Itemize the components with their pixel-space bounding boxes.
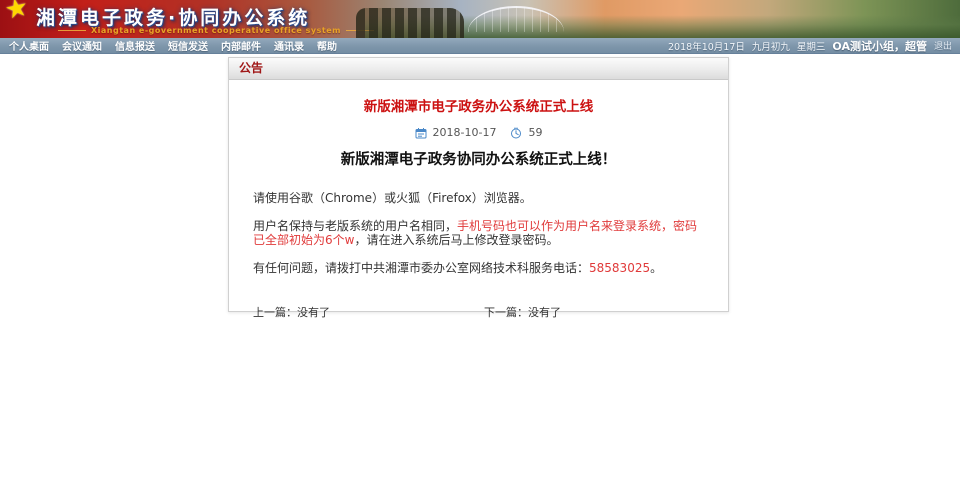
star-icon: ★ [2,0,31,26]
banner-subtitle-en: Xiangtan e-government cooperative office… [91,26,341,35]
article-title: 新版湘潭市电子政务办公系统正式上线 [229,95,728,115]
current-date: 2018年10月17日 [668,39,745,53]
nav-item-contacts[interactable]: 通讯录 [274,38,304,53]
nav-item-internal-mail[interactable]: 内部邮件 [221,38,261,53]
banner-subtitle-row: Xiangtan e-government cooperative office… [58,26,374,35]
username: OA测试小组，超管 [832,38,927,54]
logout-link[interactable]: 退出 [934,39,952,52]
article-headline: 新版湘潭电子政务协同办公系统正式上线！ [229,148,728,169]
calendar-icon [415,127,427,139]
announcement-body: 新版湘潭市电子政务办公系统正式上线 2018-10-17 [229,95,728,326]
views-icon [510,127,522,139]
article-views: 59 [528,126,542,139]
article-paragraph-account: 用户名保持与老版系统的用户名相同，手机号码也可以作为用户名来登录系统，密码已全部… [253,219,704,247]
paragraph3-text: 有任何问题，请拨打中共湘潭市委办公室网络技术科服务电话： [253,261,589,275]
prev-article-row: 上一篇：没有了 [253,304,330,320]
lunar-date: 九月初九 [752,39,790,53]
statue-silhouette-graphic [356,8,464,38]
article-meta: 2018-10-17 59 [229,126,728,139]
next-article-row: 下一篇：没有了 [484,304,561,320]
nav-item-help[interactable]: 帮助 [317,38,337,53]
article-paragraph-contact: 有任何问题，请拨打中共湘潭市委办公室网络技术科服务电话：58583025。 [253,261,704,275]
banner: ★ 湘潭电子政务·协同办公系统 Xiangtan e-government co… [0,0,960,38]
paragraph3-text-end: 。 [650,261,662,275]
nav-item-sms-send[interactable]: 短信发送 [168,38,208,53]
bridge-graphic [468,6,564,32]
panel-header: 公告 [229,58,728,80]
paragraph2-text-end: ，请在进入系统后马上修改登录密码。 [354,233,558,247]
prev-article-value: 没有了 [297,306,330,319]
nav-status-area: 2018年10月17日 九月初九 星期三 OA测试小组，超管 退出 [668,38,960,54]
article-date: 2018-10-17 [433,126,497,139]
next-article-label: 下一篇： [484,306,528,319]
prev-article-label: 上一篇： [253,306,297,319]
announcement-panel: 公告 新版湘潭市电子政务办公系统正式上线 2018-10-17 [228,57,729,312]
next-article-value: 没有了 [528,306,561,319]
nav-item-meeting-notice[interactable]: 会议通知 [62,38,102,53]
article-paragraph-browser: 请使用谷歌（Chrome）或火狐（Firefox）浏览器。 [253,191,704,205]
nav-menu: 个人桌面 会议通知 信息报送 短信发送 内部邮件 通讯录 帮助 [0,38,337,53]
nav-item-personal-desktop[interactable]: 个人桌面 [9,38,49,53]
paragraph2-text: 用户名保持与老版系统的用户名相同， [253,219,457,233]
nav-item-info-submission[interactable]: 信息报送 [115,38,155,53]
decorative-line [58,30,86,31]
weekday: 星期三 [797,39,826,53]
service-phone-number: 58583025 [589,261,650,275]
page: ★ 湘潭电子政务·协同办公系统 Xiangtan e-government co… [0,0,960,483]
nav-bar: 个人桌面 会议通知 信息报送 短信发送 内部邮件 通讯录 帮助 2018年10月… [0,38,960,54]
